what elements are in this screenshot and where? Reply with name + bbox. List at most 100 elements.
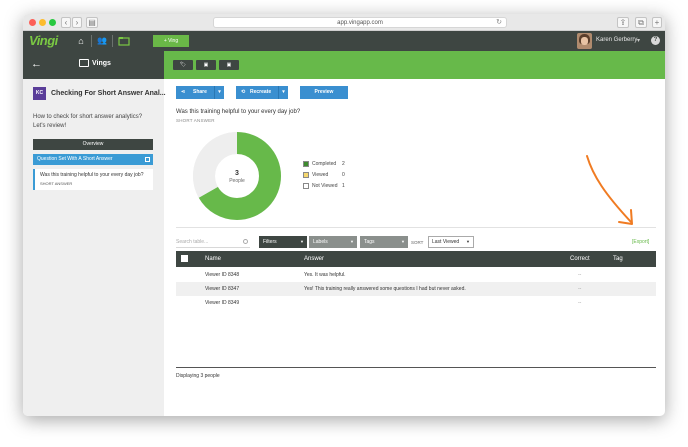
app-top-bar: Vingi ⌂ 👥 + Ving Karen Gerberry ▾ ? bbox=[23, 31, 665, 51]
question-type: SHORT ANSWER bbox=[176, 118, 215, 123]
vings-icon bbox=[79, 59, 89, 67]
donut-total-label: People bbox=[229, 178, 245, 184]
browser-window: ‹ › ▤ app.vingapp.com ↻ ⇪ ⧉ + Vingi ⌂ 👥 … bbox=[23, 14, 665, 416]
address-bar[interactable]: app.vingapp.com ↻ bbox=[213, 17, 507, 28]
legend-swatch bbox=[303, 172, 309, 178]
sidebar-header: ← Vings bbox=[23, 51, 164, 79]
reload-icon[interactable]: ↻ bbox=[496, 18, 502, 28]
share-label: Share bbox=[193, 89, 207, 95]
sort-value: Last Viewed bbox=[432, 239, 460, 245]
url-text: app.vingapp.com bbox=[337, 20, 383, 26]
caret-down-icon: ▼ bbox=[466, 239, 470, 244]
browser-back-button[interactable]: ‹ bbox=[61, 17, 71, 28]
column-header-tag[interactable]: Tag bbox=[613, 251, 623, 267]
table-row[interactable]: Viewer ID 8348 Yes. It was helpful. -- bbox=[176, 268, 656, 282]
row-correct: -- bbox=[578, 300, 582, 306]
delete-icon[interactable]: ▣ bbox=[219, 60, 239, 70]
caret-down-icon: ▼ bbox=[300, 239, 304, 244]
tags-dropdown[interactable]: Tags ▼ bbox=[360, 236, 408, 248]
recreate-label: Recreate bbox=[250, 89, 272, 95]
filters-label: Filters bbox=[263, 239, 277, 245]
table-footer-divider bbox=[176, 367, 656, 368]
legend-count: 2 bbox=[342, 161, 345, 167]
chevron-down-icon[interactable]: ▾ bbox=[278, 86, 288, 99]
recreate-icon: ⟲ bbox=[241, 89, 246, 95]
select-all-checkbox[interactable] bbox=[181, 255, 188, 262]
browser-chrome: ‹ › ▤ app.vingapp.com ↻ ⇪ ⧉ + bbox=[23, 14, 665, 31]
displaying-count: Displaying 3 people bbox=[176, 373, 220, 379]
sort-dropdown[interactable]: Last Viewed ▼ bbox=[428, 236, 474, 248]
tags-label: Tags bbox=[364, 239, 375, 245]
people-icon[interactable]: 👥 bbox=[96, 35, 108, 47]
row-correct: -- bbox=[578, 286, 582, 292]
legend-count: 1 bbox=[342, 183, 345, 189]
user-avatar[interactable] bbox=[577, 33, 592, 49]
legend-swatch bbox=[303, 183, 309, 189]
table-row[interactable]: Viewer ID 8347 Yes! This training really… bbox=[176, 282, 656, 296]
minimize-window-button[interactable] bbox=[39, 19, 46, 26]
browser-forward-button[interactable]: › bbox=[72, 17, 82, 28]
chevron-down-icon[interactable]: ▾ bbox=[637, 37, 640, 44]
add-ving-button[interactable]: + Ving bbox=[153, 35, 189, 47]
search-input[interactable]: Search table... bbox=[176, 237, 250, 248]
ving-name: Checking For Short Answer Anal... bbox=[51, 90, 166, 97]
question-set-label: Question Set With A Short Answer bbox=[37, 156, 113, 162]
ving-description: How to check for short answer analytics?… bbox=[33, 114, 143, 129]
search-icon bbox=[243, 239, 248, 244]
help-icon[interactable]: ? bbox=[651, 36, 660, 45]
back-arrow-icon[interactable]: ← bbox=[31, 57, 42, 71]
question-title: Was this training helpful to your every … bbox=[176, 109, 301, 115]
table-header: Name Answer Correct Tag bbox=[176, 251, 656, 267]
column-header-name[interactable]: Name bbox=[205, 251, 221, 267]
preview-button[interactable]: Preview bbox=[300, 86, 348, 99]
question-item-type: SHORT ANSWER bbox=[40, 181, 73, 186]
legend-label: Viewed bbox=[312, 172, 329, 178]
sidebar-title: Vings bbox=[92, 60, 111, 67]
share-icon: ⋖ bbox=[181, 89, 186, 95]
close-window-button[interactable] bbox=[29, 19, 36, 26]
row-name: Viewer ID 8349 bbox=[205, 300, 240, 306]
tag-icon[interactable]: 🏷 bbox=[173, 60, 193, 70]
filters-dropdown[interactable]: Filters ▼ bbox=[259, 236, 307, 248]
content-toolbar: 🏷 ▣ ▣ bbox=[164, 51, 665, 79]
show-tabs-icon[interactable]: ⧉ bbox=[635, 17, 647, 28]
donut-total: 3 bbox=[235, 170, 239, 177]
chevron-down-icon[interactable]: ▾ bbox=[214, 86, 224, 99]
home-icon[interactable]: ⌂ bbox=[75, 35, 87, 47]
export-link[interactable]: [Export] bbox=[632, 239, 649, 245]
row-name: Viewer ID 8347 bbox=[205, 286, 240, 292]
legend-count: 0 bbox=[342, 172, 345, 178]
checkbox-icon bbox=[145, 157, 150, 162]
share-button[interactable]: ⋖ Share ▾ bbox=[176, 86, 224, 99]
topbar-divider bbox=[112, 35, 113, 47]
sidebar-item-question[interactable]: Was this training helpful to your every … bbox=[33, 169, 153, 190]
sidebar: ← Vings KC Checking For Short Answer Ana… bbox=[23, 51, 166, 416]
column-header-correct[interactable]: Correct bbox=[570, 251, 590, 267]
vingi-logo[interactable]: Vingi bbox=[29, 33, 58, 48]
overview-button[interactable]: Overview bbox=[33, 139, 153, 150]
zoom-window-button[interactable] bbox=[49, 19, 56, 26]
caret-down-icon: ▼ bbox=[350, 239, 354, 244]
labels-label: Labels bbox=[313, 239, 328, 245]
row-correct: -- bbox=[578, 272, 582, 278]
user-name[interactable]: Karen Gerberry bbox=[596, 37, 637, 43]
labels-dropdown[interactable]: Labels ▼ bbox=[309, 236, 357, 248]
legend-swatch bbox=[303, 161, 309, 167]
ving-initials-badge: KC bbox=[33, 87, 46, 100]
legend-label: Completed bbox=[312, 161, 337, 167]
sort-label: SORT bbox=[411, 240, 424, 245]
row-answer: Yes! This training really answered some … bbox=[304, 286, 466, 292]
recreate-button[interactable]: ⟲ Recreate ▾ bbox=[236, 86, 288, 99]
column-header-answer[interactable]: Answer bbox=[304, 251, 324, 267]
vings-folder-icon[interactable] bbox=[118, 35, 130, 47]
annotation-arrow-icon bbox=[586, 155, 633, 225]
sidebar-item-question-set[interactable]: Question Set With A Short Answer bbox=[33, 154, 153, 165]
row-name: Viewer ID 8348 bbox=[205, 272, 240, 278]
legend-label: Not Viewed bbox=[312, 183, 338, 189]
new-tab-icon[interactable]: + bbox=[652, 17, 662, 28]
table-row[interactable]: Viewer ID 8349 -- bbox=[176, 296, 656, 310]
copy-icon[interactable]: ▣ bbox=[196, 60, 216, 70]
search-placeholder: Search table... bbox=[176, 239, 209, 245]
sidebar-toggle-icon[interactable]: ▤ bbox=[86, 17, 98, 28]
share-page-icon[interactable]: ⇪ bbox=[617, 17, 629, 28]
